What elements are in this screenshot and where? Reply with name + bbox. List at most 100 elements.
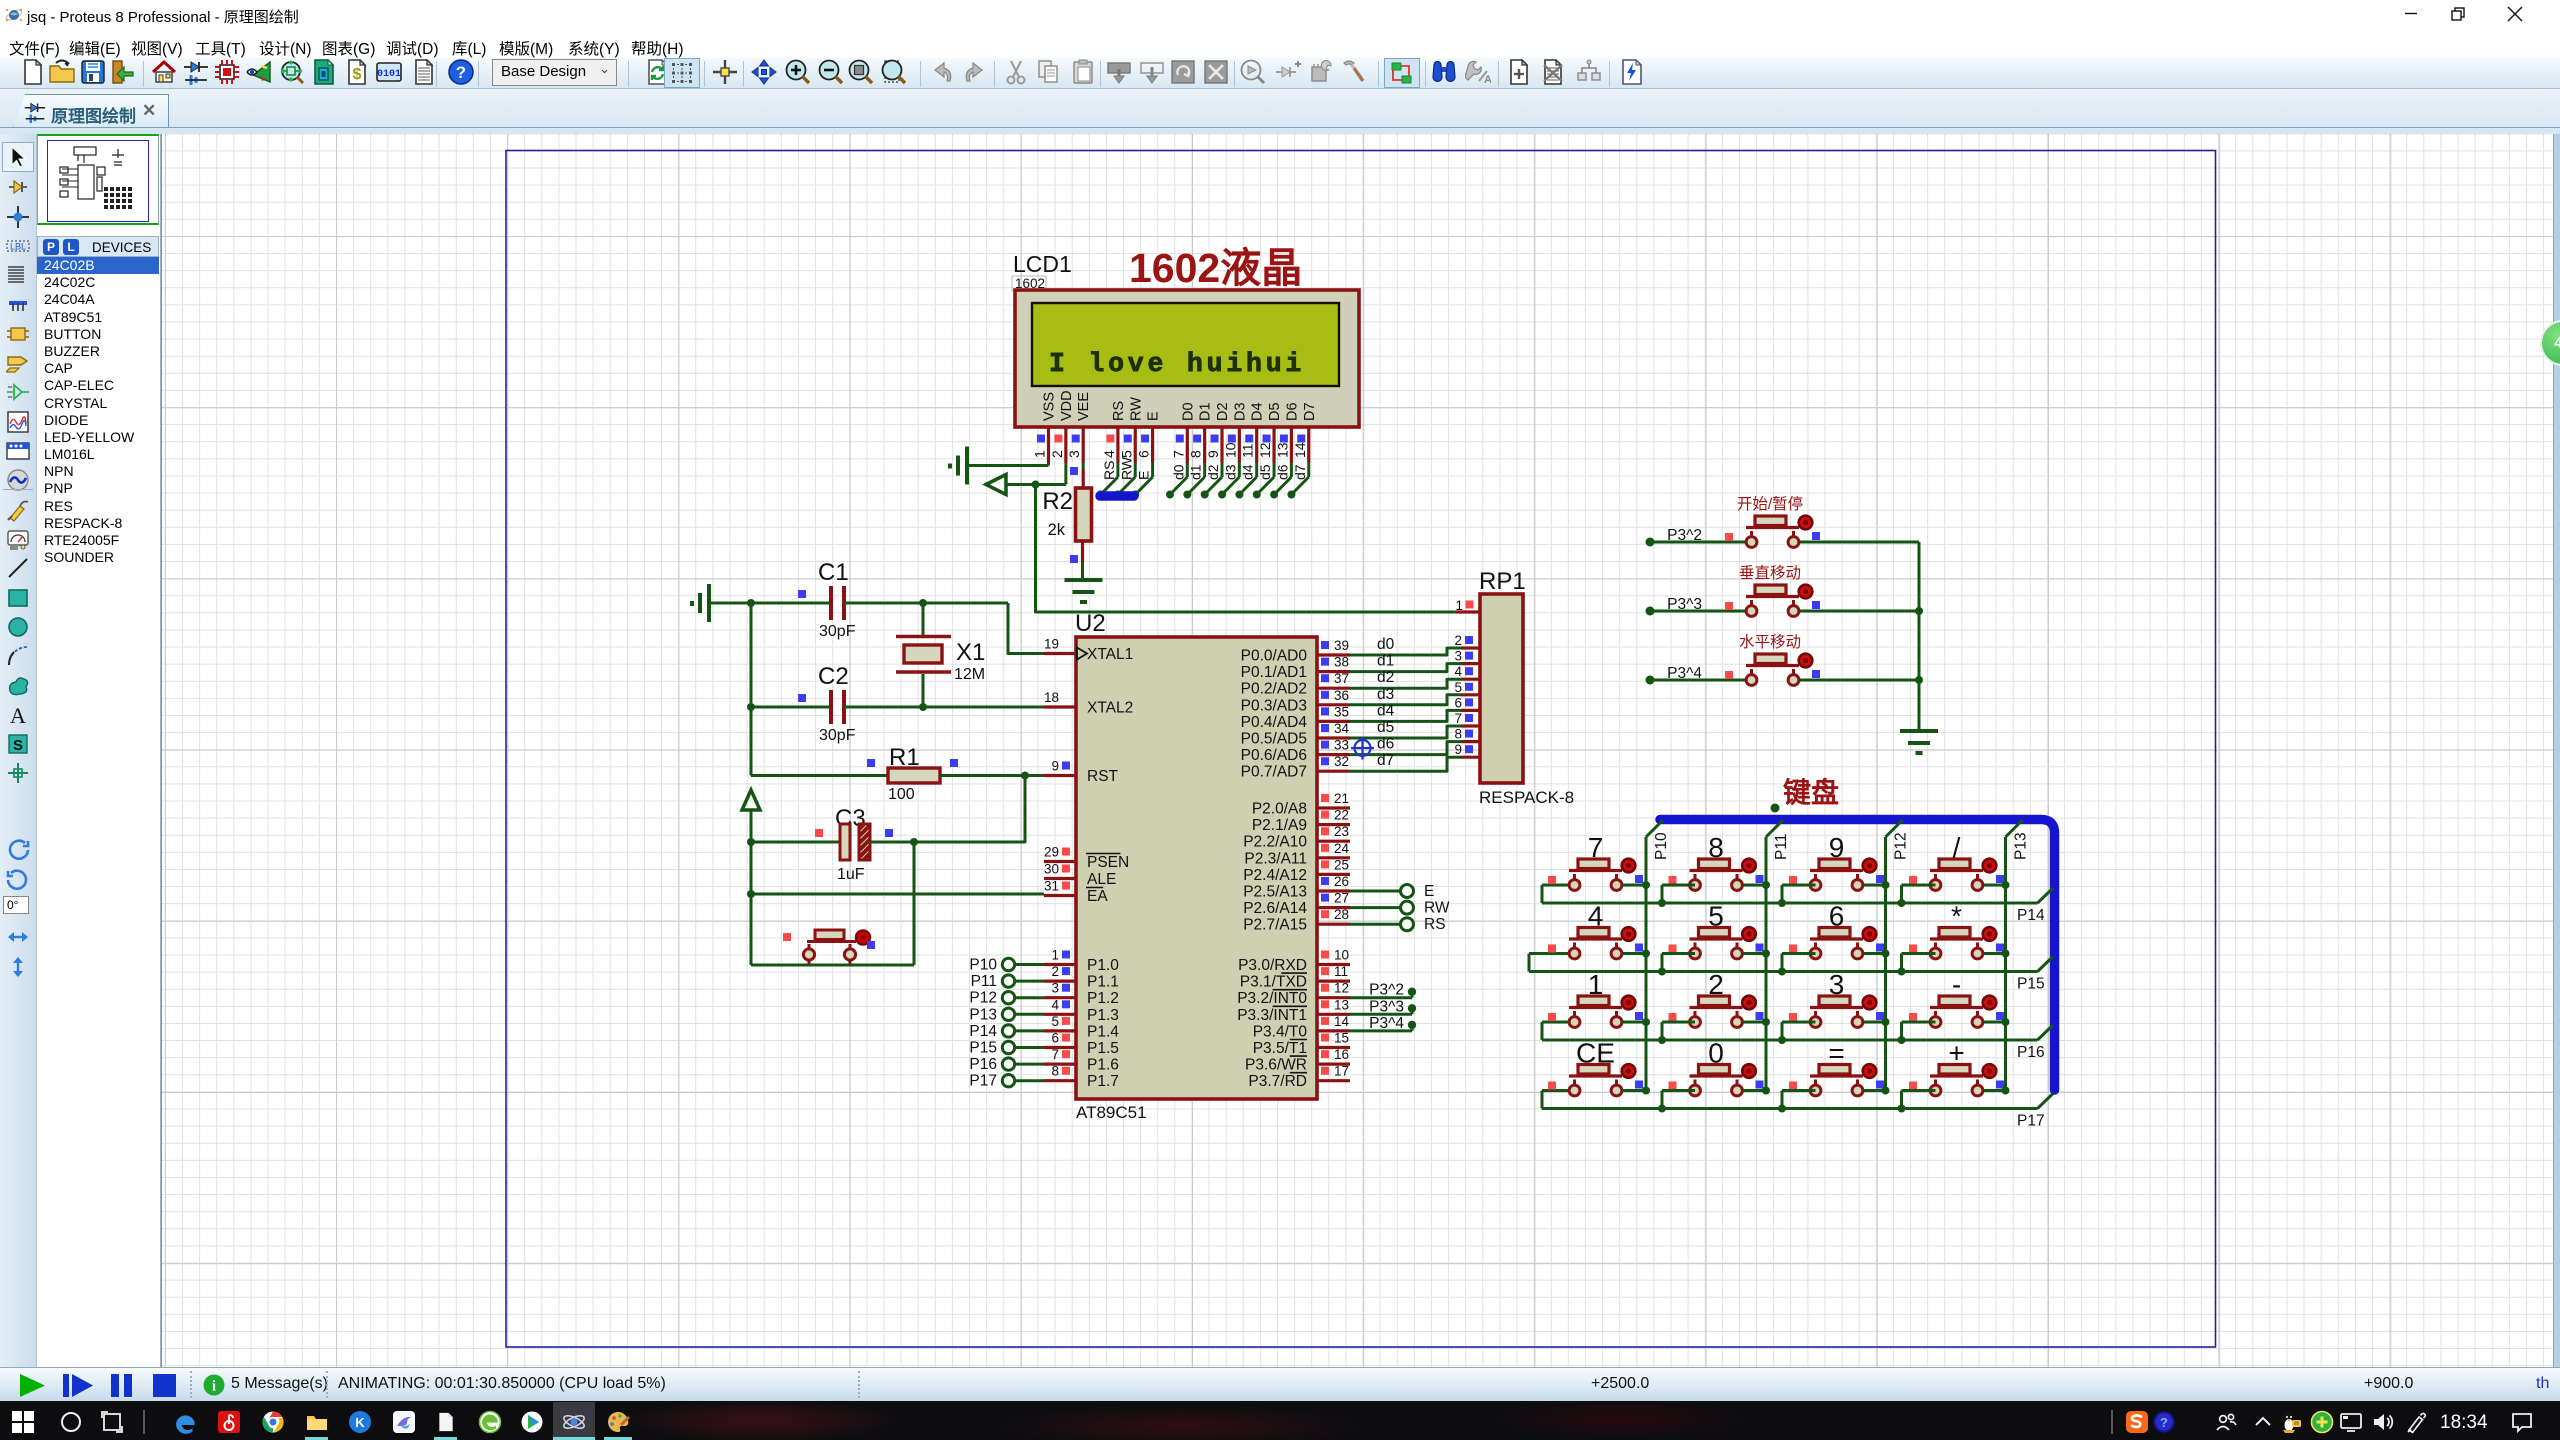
svg-text:33: 33 (1334, 738, 1349, 753)
svg-text:P3^3: P3^3 (1369, 998, 1404, 1015)
svg-text:水平移动: 水平移动 (1739, 633, 1801, 651)
svg-text:7: 7 (1170, 450, 1186, 458)
svg-text:d4: d4 (1240, 464, 1256, 480)
svg-text:P1.0: P1.0 (1087, 957, 1119, 974)
svg-text:4: 4 (1588, 901, 1604, 932)
svg-text:EA: EA (1087, 888, 1108, 905)
svg-text:6: 6 (1051, 1031, 1059, 1046)
svg-text:P0.1/AD1: P0.1/AD1 (1241, 664, 1307, 681)
svg-text:LBL: LBL (10, 241, 26, 251)
svg-text:P2.5/A13: P2.5/A13 (1243, 884, 1307, 901)
svg-text:P17: P17 (969, 1073, 997, 1090)
svg-text:4: 4 (1051, 997, 1059, 1012)
svg-text:25: 25 (1334, 857, 1349, 872)
svg-text:i: i (212, 1379, 216, 1395)
svg-text:7: 7 (1588, 832, 1604, 863)
svg-text:28: 28 (1334, 907, 1349, 922)
svg-text:30: 30 (1044, 862, 1059, 877)
svg-text:开始/暂停: 开始/暂停 (1737, 495, 1803, 513)
svg-text:5: 5 (1051, 1014, 1059, 1029)
svg-text:d4: d4 (1377, 702, 1395, 719)
svg-text:E: E (1146, 411, 1162, 421)
svg-text:A: A (1484, 74, 1491, 85)
svg-text:2: 2 (1049, 450, 1065, 458)
svg-text:P0.0/AD0: P0.0/AD0 (1241, 648, 1308, 665)
svg-text:6: 6 (1136, 450, 1152, 458)
svg-text:8: 8 (1188, 450, 1204, 458)
svg-text:P3.5/T1: P3.5/T1 (1253, 1040, 1307, 1057)
svg-text:P1.5: P1.5 (1087, 1040, 1119, 1057)
svg-text:P3^4: P3^4 (1667, 665, 1702, 682)
svg-text:D0: D0 (1180, 402, 1196, 421)
svg-text:5: 5 (1708, 901, 1724, 932)
svg-text:I love huihui: I love huihui (1049, 349, 1305, 379)
svg-text:P2.4/A12: P2.4/A12 (1243, 867, 1307, 884)
svg-text:35: 35 (1334, 704, 1349, 719)
svg-text:1: 1 (1588, 969, 1604, 1000)
svg-text:R2: R2 (1042, 488, 1073, 515)
svg-text:8: 8 (1454, 727, 1462, 742)
svg-text:1: 1 (1032, 450, 1048, 458)
svg-text:3: 3 (1066, 450, 1082, 458)
svg-text:34: 34 (1334, 721, 1350, 736)
svg-text:C2: C2 (818, 663, 849, 690)
svg-text:RW: RW (1128, 397, 1144, 421)
svg-text:X1: X1 (956, 639, 985, 666)
svg-text:P3.1/TXD: P3.1/TXD (1240, 974, 1307, 991)
svg-text:$: $ (353, 66, 362, 83)
svg-text:P3.0/RXD: P3.0/RXD (1238, 957, 1307, 974)
svg-text:d6: d6 (1377, 736, 1394, 753)
svg-text:P1.4: P1.4 (1087, 1023, 1119, 1040)
svg-text:3: 3 (1051, 981, 1059, 996)
svg-text:D7: D7 (1302, 402, 1318, 421)
svg-text:P2.1/A9: P2.1/A9 (1252, 817, 1307, 834)
svg-text:d3: d3 (1377, 686, 1394, 703)
svg-text:P3^2: P3^2 (1369, 982, 1404, 999)
svg-text:=: = (1828, 1038, 1844, 1069)
svg-text:13: 13 (1334, 997, 1349, 1012)
svg-text:1: 1 (1051, 948, 1059, 963)
svg-text:d7: d7 (1377, 752, 1394, 769)
svg-text:P2.0/A8: P2.0/A8 (1252, 801, 1307, 818)
svg-text:3: 3 (1829, 969, 1845, 1000)
svg-text:D5: D5 (1267, 402, 1283, 421)
svg-text:d1: d1 (1377, 653, 1394, 670)
svg-text:A: A (10, 703, 26, 727)
svg-text:RW: RW (1424, 900, 1450, 917)
svg-text:P0.5/AD5: P0.5/AD5 (1241, 731, 1307, 748)
svg-text:14: 14 (1334, 1014, 1350, 1029)
svg-text:P12: P12 (1893, 832, 1910, 860)
svg-text:RS: RS (1101, 461, 1117, 480)
svg-text:P3.4/T0: P3.4/T0 (1253, 1023, 1308, 1040)
svg-text:37: 37 (1334, 671, 1349, 686)
svg-text:1uF: 1uF (837, 866, 865, 883)
svg-text:VEE: VEE (1076, 392, 1092, 421)
svg-text:P17: P17 (2017, 1113, 2045, 1130)
svg-text:3: 3 (1454, 649, 1462, 664)
svg-text:19: 19 (1044, 637, 1059, 652)
svg-text:?: ? (2160, 1415, 2168, 1430)
svg-text:d0: d0 (1377, 636, 1395, 653)
svg-text:RS: RS (1424, 916, 1446, 933)
svg-text:24: 24 (1334, 841, 1350, 856)
svg-text:11: 11 (1240, 443, 1256, 458)
svg-text:5: 5 (1454, 680, 1462, 695)
svg-text:C1: C1 (818, 559, 849, 586)
svg-text:U2: U2 (1075, 610, 1106, 637)
svg-text:RW: RW (1118, 456, 1134, 480)
svg-text:D3: D3 (1232, 402, 1248, 421)
svg-text:+: + (1948, 1038, 1964, 1069)
svg-text:17: 17 (1334, 1064, 1349, 1079)
svg-text:6: 6 (1829, 901, 1845, 932)
svg-text:CE: CE (1576, 1038, 1615, 1069)
svg-text:P14: P14 (969, 1023, 997, 1040)
svg-text:15: 15 (1334, 1031, 1349, 1046)
svg-text:P11: P11 (1773, 834, 1790, 860)
svg-text:14: 14 (1292, 442, 1308, 458)
svg-text:LCD1: LCD1 (1013, 251, 1072, 277)
svg-text:d5: d5 (1257, 464, 1273, 480)
svg-text:P16: P16 (969, 1056, 997, 1073)
svg-text:9: 9 (1454, 742, 1462, 757)
svg-text:d0: d0 (1170, 464, 1186, 480)
svg-text:12: 12 (1334, 981, 1349, 996)
